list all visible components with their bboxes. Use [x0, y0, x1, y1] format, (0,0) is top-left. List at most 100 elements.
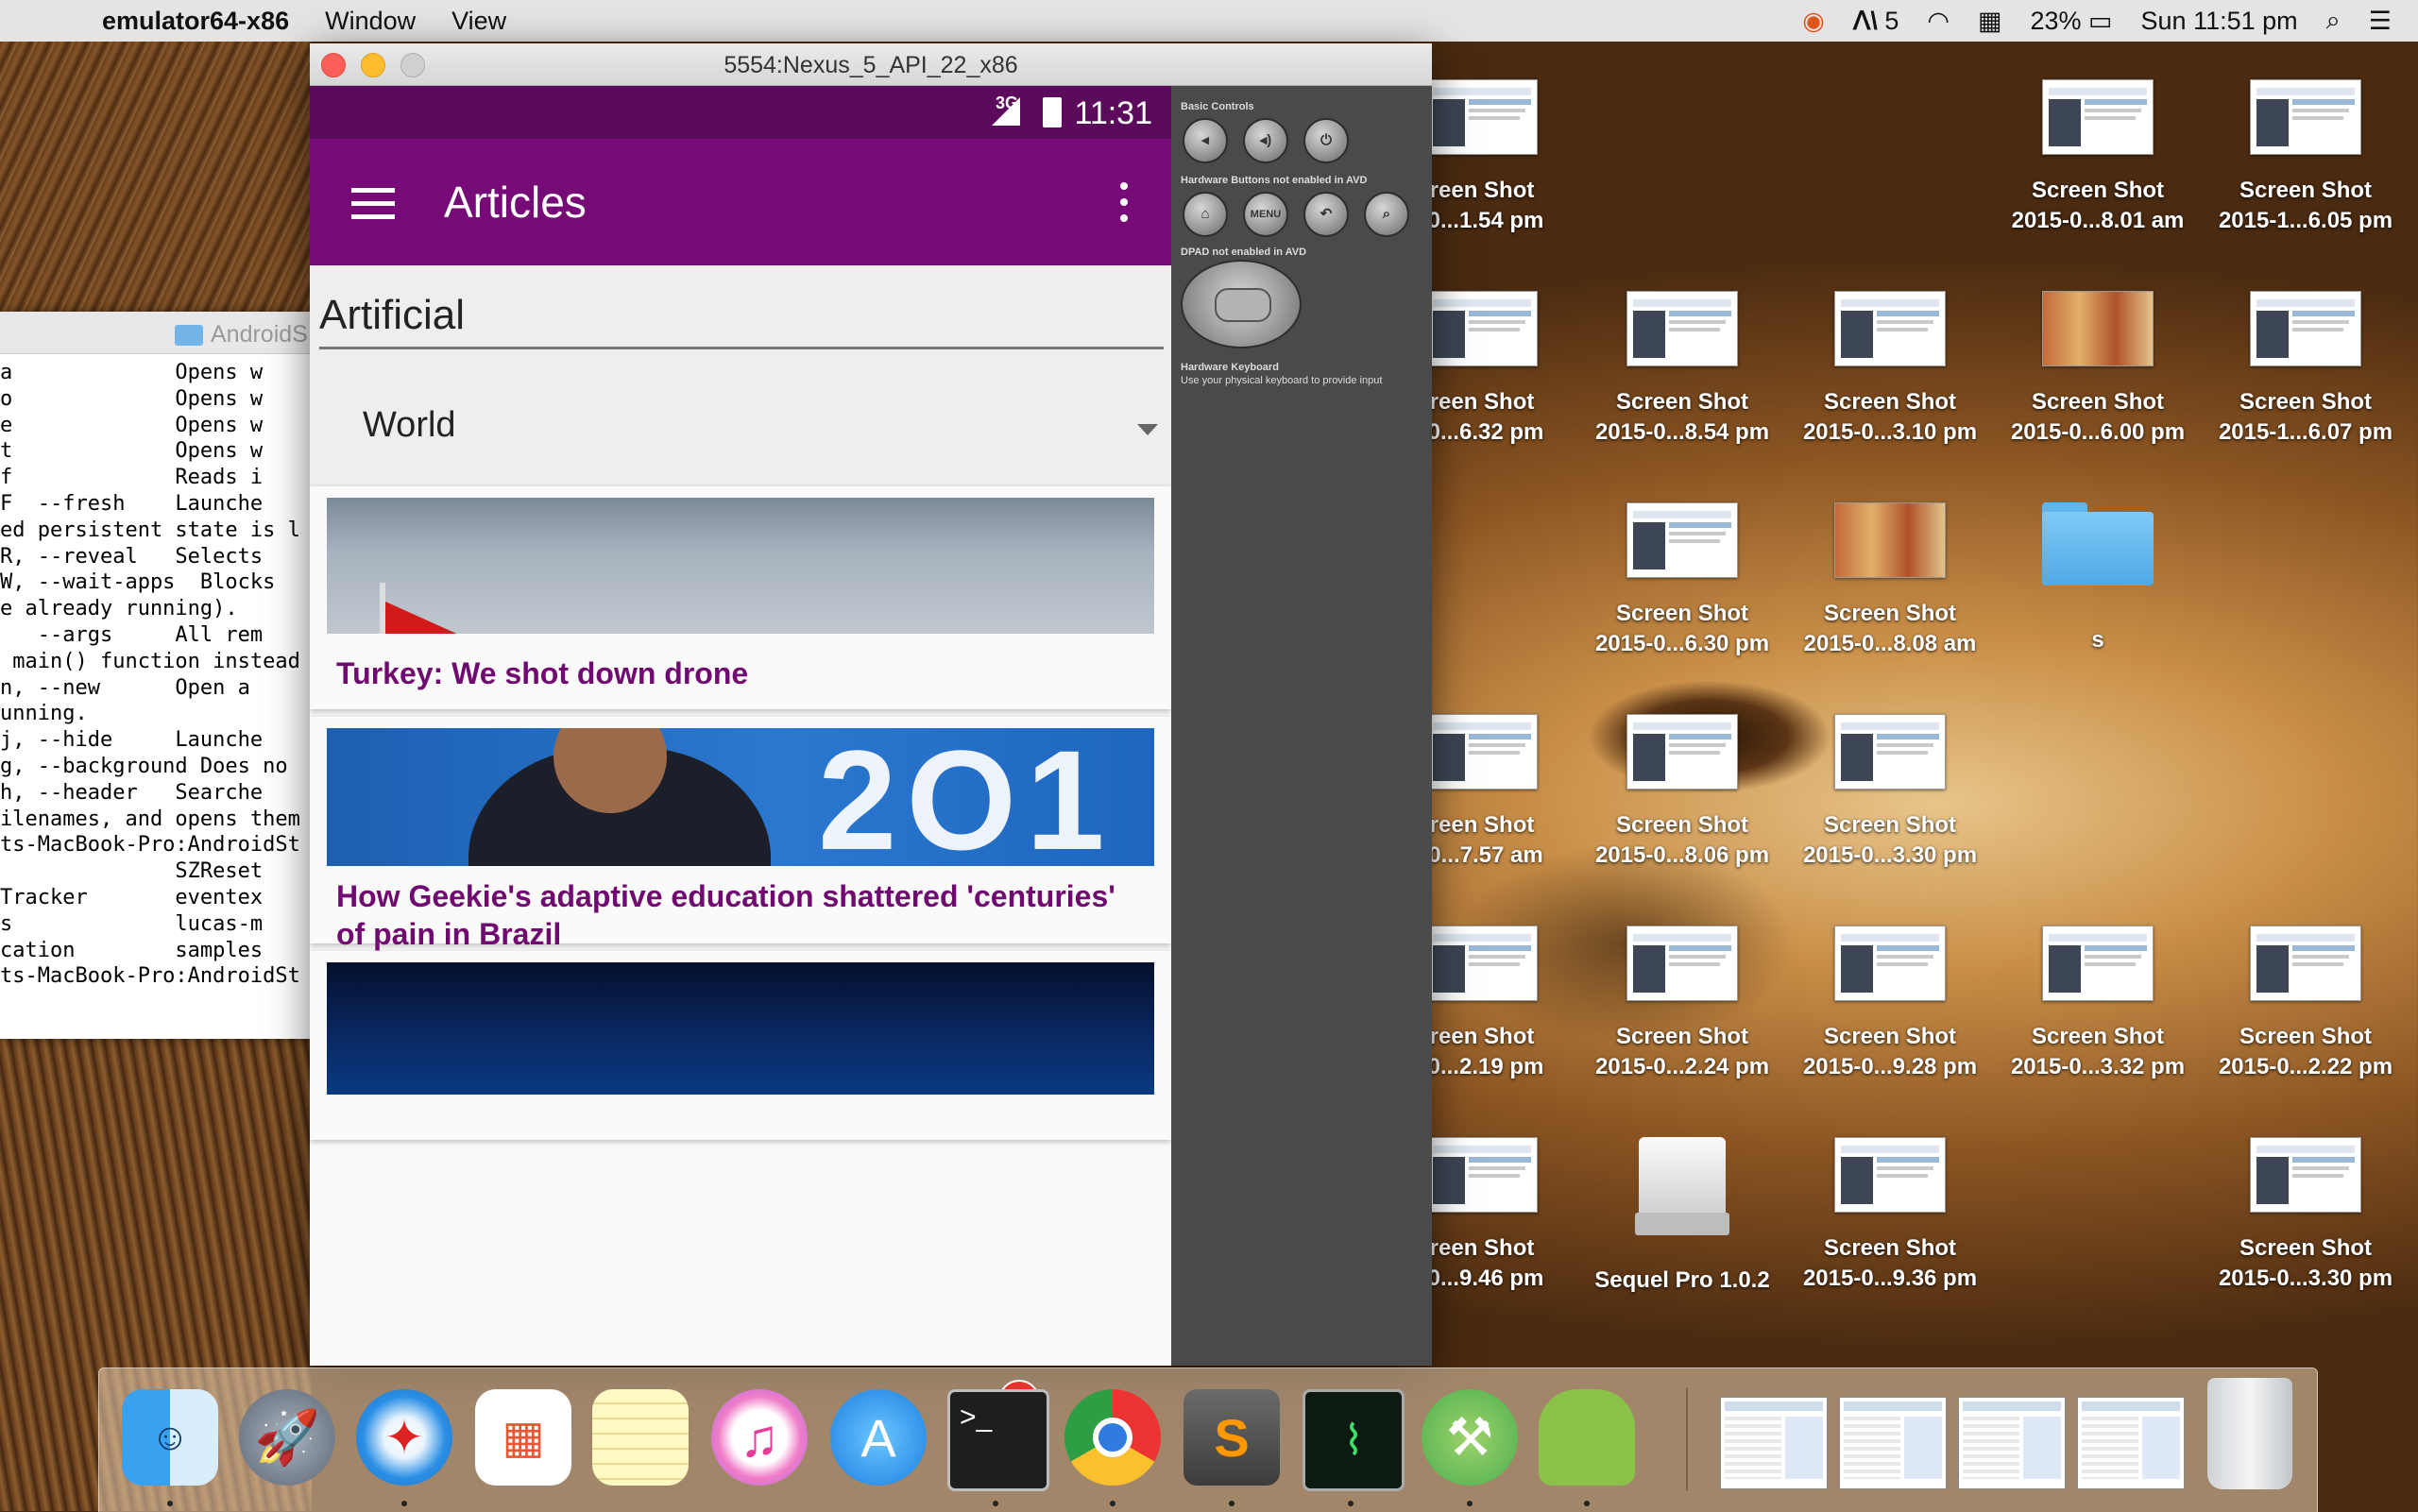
app-store-icon[interactable]: A [830, 1389, 927, 1486]
desktop-screenshot-file[interactable]: Screen Shot 2015-0...8.01 am [1994, 79, 2202, 236]
desktop-icon-label: Screen Shot [1615, 389, 1749, 415]
launchpad-icon[interactable]: 🚀 [239, 1389, 335, 1486]
search-input[interactable]: Artificial [319, 292, 465, 339]
terminal-line: F --fresh Launche [0, 491, 264, 516]
menu-button[interactable]: MENU [1243, 192, 1288, 237]
article-headline: How Geekie's adaptive education shattere… [336, 879, 1115, 951]
desktop-screenshot-file[interactable]: Screen Shot 2015-0...8.06 pm [1578, 714, 1786, 871]
back-icon[interactable]: ↶ [1303, 192, 1349, 237]
desktop-screenshot-file[interactable]: Screen Shot 2015-0...9.28 pm [1786, 926, 1994, 1082]
flag [385, 602, 461, 634]
clock[interactable]: Sun 11:51 pm [2141, 7, 2298, 36]
menu-view[interactable]: View [451, 7, 506, 36]
terminal-line: e Opens w [0, 413, 264, 437]
desktop-screenshot-file[interactable]: Screen Shot 2015-0...3.30 pm [1786, 714, 1994, 871]
android-studio-icon[interactable]: ⚒ [1422, 1389, 1518, 1486]
terminal-line: e already running). [0, 597, 238, 621]
finder-icon[interactable]: ☺ [122, 1389, 218, 1486]
dpad-control[interactable] [1181, 260, 1302, 348]
desktop-icon-label: Screen Shot [2031, 389, 2165, 415]
desktop-icon-label: Screen Shot [2239, 1024, 2373, 1049]
article-card[interactable]: Turkey: We shot down drone [310, 486, 1171, 709]
home-icon[interactable]: ⌂ [1183, 192, 1228, 237]
itunes-icon[interactable]: ♫ [711, 1389, 808, 1486]
cpu-monitor-icon[interactable]: ▦ [1978, 7, 2002, 36]
sublime-text-icon[interactable]: S [1183, 1389, 1280, 1486]
terminal-line: g, --background Does no [0, 754, 288, 778]
desktop-screenshot-file[interactable]: Screen Shot 2015-0...8.54 pm [1578, 291, 1786, 448]
desktop-screenshot-file[interactable]: Screen Shot 2015-0...2.24 pm [1578, 926, 1786, 1082]
chrome-icon[interactable] [1064, 1389, 1161, 1486]
article-card[interactable]: 2O1 How Geekie's adaptive education shat… [310, 717, 1171, 951]
screenshot-thumbnail-icon [1426, 714, 1538, 790]
screenshot-thumbnail-icon [1834, 502, 1946, 578]
android-icon[interactable] [1539, 1389, 1635, 1486]
emulator-titlebar[interactable]: 5554:Nexus_5_API_22_x86 [310, 43, 1432, 86]
desktop-icon-sublabel: 2015-0...6.00 pm [2010, 419, 2186, 445]
emulator-window[interactable]: 5554:Nexus_5_API_22_x86 3G 11:31 Article… [310, 43, 1432, 1366]
desktop-screenshot-file[interactable]: Screen Shot 2015-0...8.08 am [1786, 502, 1994, 659]
terminal-line: t Opens w [0, 439, 264, 464]
desktop-icon-sublabel: 2015-1...6.07 pm [2218, 419, 2393, 445]
article-image [327, 498, 1154, 634]
desktop-disk-image[interactable]: Sequel Pro 1.0.2 [1578, 1137, 1786, 1296]
notification-center-icon[interactable]: ☰ [2369, 7, 2392, 36]
trash-icon[interactable] [2207, 1378, 2292, 1489]
desktop-folder[interactable]: s [1994, 502, 2202, 655]
screenshot-thumbnail-icon [2250, 79, 2361, 155]
vpn-icon[interactable]: ◉ [1802, 7, 1825, 36]
desktop-icon-label: Screen Shot [2239, 178, 2373, 203]
hamburger-menu-icon[interactable] [351, 188, 395, 228]
desktop-screenshot-file[interactable]: Screen Shot 2015-0...6.00 pm [1994, 291, 2202, 448]
dock: ☺ 🚀 ✦ ▦ ♫ A 8 >_ S ⌇ ⚒ [98, 1368, 2318, 1512]
terminal-window[interactable]: AndroidS a Opens wo Opens we Opens wt Op… [0, 312, 312, 1039]
overflow-menu-icon[interactable] [1120, 182, 1128, 230]
desktop-screenshot-file[interactable]: Screen Shot 2015-0...9.36 pm [1786, 1137, 1994, 1294]
volume-up-icon[interactable]: ◂) [1243, 118, 1288, 163]
spotlight-search-icon[interactable]: ⌕ [2326, 6, 2341, 36]
dropdown-arrow-icon[interactable] [1137, 424, 1158, 435]
minimized-window-thumbnail[interactable] [1958, 1397, 2066, 1489]
desktop-screenshot-file[interactable]: Screen Shot 2015-0...2.22 pm [2202, 926, 2409, 1082]
dock-separator [1686, 1387, 1688, 1491]
desktop-icon-sublabel: 2015-0...6.30 pm [1594, 631, 1770, 656]
notification-status[interactable]: ᐱ\ 5 [1853, 7, 1899, 36]
category-spinner[interactable]: World [363, 405, 456, 446]
screenshot-thumbnail-icon [2042, 79, 2154, 155]
menu-window[interactable]: Window [325, 7, 416, 36]
article-card[interactable] [310, 951, 1171, 1140]
android-screen[interactable]: 3G 11:31 Articles Artificial World Turke… [310, 86, 1171, 1366]
battery-status[interactable]: 23% ▭ [2030, 7, 2112, 36]
activity-monitor-icon[interactable]: ⌇ [1303, 1389, 1405, 1491]
hardware-buttons-label: Hardware Buttons not enabled in AVD [1181, 175, 1368, 186]
wifi-icon[interactable]: ◠ [1927, 7, 1950, 36]
screenshot-thumbnail-icon [1834, 714, 1946, 790]
minimized-window-thumbnail[interactable] [1839, 1397, 1947, 1489]
notification-count: 5 [1884, 6, 1899, 35]
search-icon[interactable]: ⌕ [1364, 192, 1409, 237]
terminal-output[interactable]: a Opens wo Opens we Opens wt Opens wf Re… [0, 354, 312, 990]
calendar-grid-icon[interactable]: ▦ [475, 1389, 571, 1486]
running-indicator [1348, 1501, 1354, 1506]
desktop-icon-label: Screen Shot [1615, 1024, 1749, 1049]
dpad-center[interactable] [1215, 288, 1271, 322]
desktop-screenshot-file[interactable]: Screen Shot 2015-1...6.05 pm [2202, 79, 2409, 236]
terminal-icon[interactable]: >_ [947, 1389, 1049, 1491]
desktop-screenshot-file[interactable]: Screen Shot 2015-0...3.10 pm [1786, 291, 1994, 448]
desktop-screenshot-file[interactable]: Screen Shot 2015-0...3.32 pm [1994, 926, 2202, 1082]
running-indicator [1110, 1501, 1115, 1506]
volume-down-icon[interactable]: ◂ [1183, 118, 1228, 163]
safari-icon[interactable]: ✦ [356, 1389, 452, 1486]
screenshot-thumbnail-icon [1426, 79, 1538, 155]
desktop-screenshot-file[interactable]: Screen Shot 2015-0...6.30 pm [1578, 502, 1786, 659]
desktop-screenshot-file[interactable]: Screen Shot 2015-1...6.07 pm [2202, 291, 2409, 448]
minimized-window-thumbnail[interactable] [1720, 1397, 1828, 1489]
power-icon[interactable]: ⏻ [1303, 118, 1349, 163]
desktop-screenshot-file[interactable]: Screen Shot 2015-0...3.30 pm [2202, 1137, 2409, 1294]
minimized-window-thumbnail[interactable] [2077, 1397, 2185, 1489]
screenshot-thumbnail-icon [1426, 1137, 1538, 1213]
app-menu[interactable]: emulator64-x86 [102, 7, 289, 36]
notes-icon[interactable] [592, 1389, 689, 1486]
terminal-titlebar[interactable]: AndroidS [0, 312, 312, 354]
screenshot-thumbnail-icon [1834, 926, 1946, 1001]
